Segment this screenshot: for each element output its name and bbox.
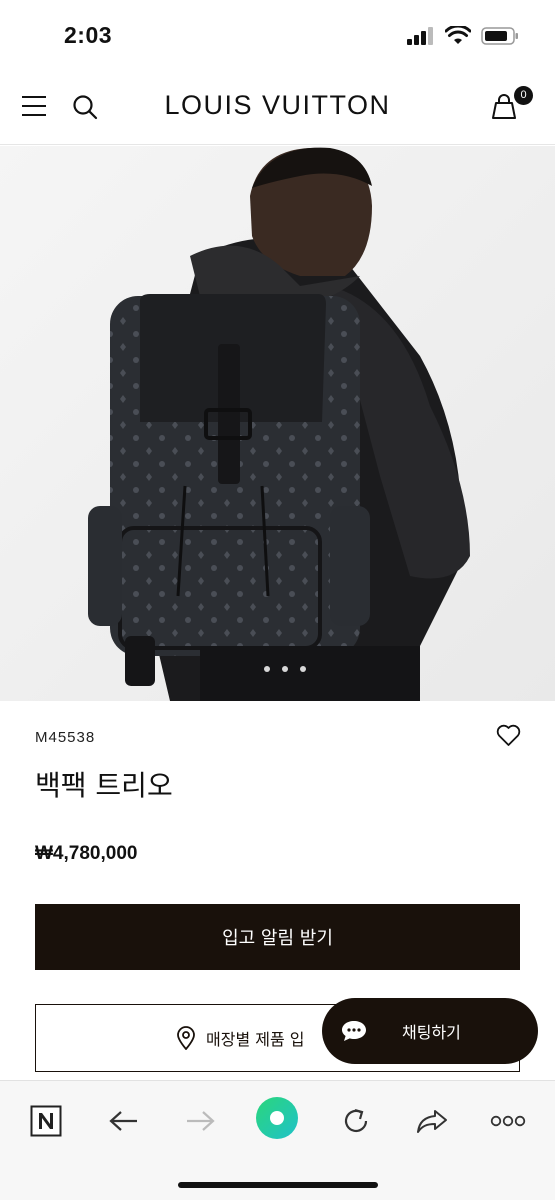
chat-button[interactable]: 채팅하기 xyxy=(322,998,538,1064)
carousel-dot[interactable] xyxy=(282,666,288,672)
status-time: 2:03 xyxy=(64,22,113,48)
more-button[interactable] xyxy=(488,1101,528,1141)
brand-logo[interactable]: LOUIS VUITTON xyxy=(0,90,555,121)
back-arrow-icon xyxy=(109,1111,137,1131)
battery-icon xyxy=(481,27,518,45)
status-bar: 2:03 xyxy=(0,0,555,70)
reload-button[interactable] xyxy=(336,1101,376,1141)
store-availability-label: 매장별 제품 입 xyxy=(206,1030,305,1049)
location-pin-icon xyxy=(177,1026,195,1050)
naver-n-icon xyxy=(30,1105,62,1137)
product-sku: M45538 xyxy=(35,729,96,746)
site-header: LOUIS VUITTON xyxy=(0,70,555,145)
backpack-model-photo xyxy=(0,146,555,701)
more-icon xyxy=(490,1115,526,1127)
forward-button[interactable] xyxy=(180,1101,220,1141)
home-indicator xyxy=(178,1182,378,1188)
chat-label: 채팅하기 xyxy=(402,1023,461,1042)
heart-icon[interactable] xyxy=(496,724,521,747)
naver-home-icon xyxy=(256,1097,298,1139)
signal-icon xyxy=(407,27,433,45)
carousel-dot[interactable] xyxy=(300,666,306,672)
forward-arrow-icon xyxy=(187,1111,215,1131)
stock-notify-label: 입고 알림 받기 xyxy=(222,928,333,949)
product-price: ₩4,780,000 xyxy=(35,843,138,864)
cart-count-badge: 0 xyxy=(514,86,533,105)
naver-home-button[interactable] xyxy=(254,1095,300,1141)
status-icons xyxy=(407,26,519,46)
share-button[interactable] xyxy=(412,1101,452,1141)
carousel-dot[interactable] xyxy=(264,666,270,672)
back-button[interactable] xyxy=(104,1101,144,1141)
product-image[interactable] xyxy=(0,146,555,701)
wifi-icon xyxy=(445,26,471,44)
stock-notify-button[interactable]: 입고 알림 받기 xyxy=(35,904,520,970)
reload-icon xyxy=(344,1108,368,1133)
carousel-dots[interactable] xyxy=(264,666,306,672)
naver-n-button[interactable] xyxy=(28,1101,64,1141)
chat-bubble-icon xyxy=(342,1021,366,1041)
product-name: 백팩 트리오 xyxy=(35,769,173,802)
share-icon xyxy=(417,1110,447,1133)
